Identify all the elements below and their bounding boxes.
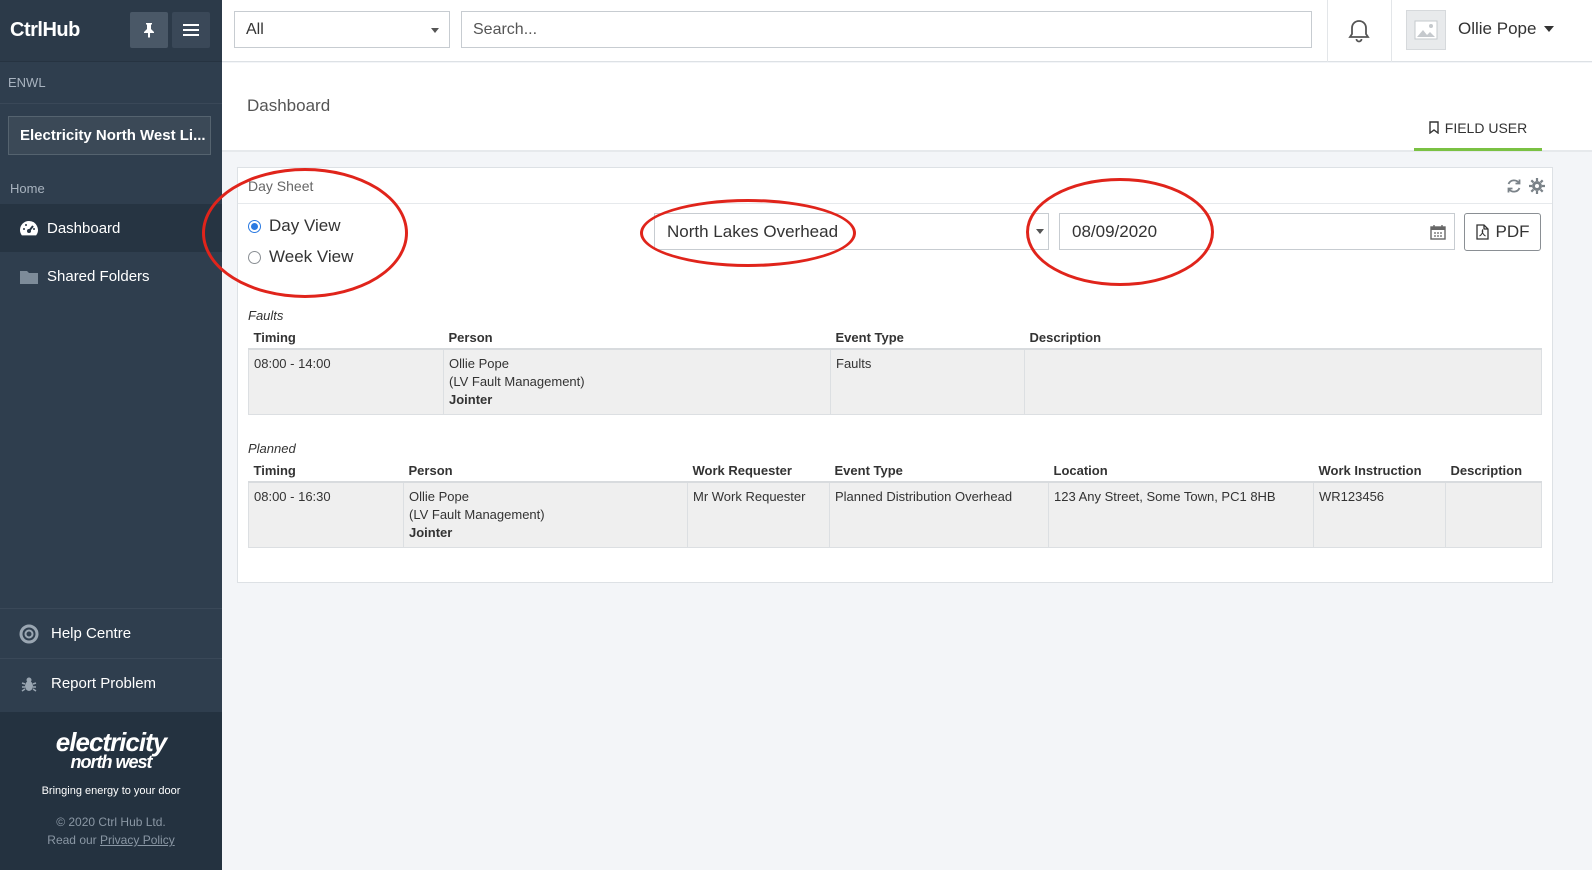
lifebuoy-icon xyxy=(19,624,39,644)
description-cell xyxy=(1445,481,1542,548)
home-section-label[interactable]: Home xyxy=(0,181,222,199)
pdf-file-icon xyxy=(1475,224,1489,240)
location-cell: 123 Any Street, Some Town, PC1 8HB xyxy=(1048,481,1314,548)
tab-label: FIELD USER xyxy=(1444,119,1528,136)
planned-table: Timing Person Work Requester Event Type … xyxy=(248,460,1542,548)
person-role: Jointer xyxy=(449,392,493,407)
person-cell: Ollie Pope (LV Fault Management) Jointer xyxy=(443,348,831,415)
pin-icon xyxy=(144,23,154,38)
column-header: Timing xyxy=(248,460,404,483)
user-menu-chevron-icon[interactable] xyxy=(1544,26,1554,32)
description-cell xyxy=(1024,348,1542,415)
page-title: Dashboard xyxy=(247,96,331,115)
sidebar-item-label: Help Centre xyxy=(51,625,132,642)
event-type-cell: Faults xyxy=(830,348,1025,415)
table-row[interactable]: 08:00 - 16:30 Ollie Pope (LV Fault Manag… xyxy=(248,481,1542,548)
column-header: Person xyxy=(443,327,831,350)
bug-icon xyxy=(19,674,39,694)
read-our-text: Read our xyxy=(47,833,97,847)
top-bar: All Search... Ollie Pope xyxy=(222,0,1592,62)
menu-toggle-button[interactable] xyxy=(172,12,210,48)
privacy-policy-link[interactable]: Privacy Policy xyxy=(100,833,175,847)
search-input[interactable]: Search... xyxy=(461,11,1312,48)
calendar-icon[interactable] xyxy=(1430,224,1446,240)
bookmark-icon xyxy=(1429,121,1439,134)
org-code-label: ENWL xyxy=(0,62,222,104)
work-instruction-cell: WR123456 xyxy=(1313,481,1446,548)
sidebar-bottom-menu: Help Centre Report Problem xyxy=(0,608,222,708)
column-header: Person xyxy=(403,460,688,483)
user-name[interactable]: Ollie Pope xyxy=(1458,19,1536,39)
sidebar-item-label: Report Problem xyxy=(51,675,157,692)
column-header: Event Type xyxy=(829,460,1049,483)
annotation-circle-view-options xyxy=(202,168,408,298)
table-header-row: Timing Person Work Requester Event Type … xyxy=(248,460,1542,483)
sidebar-footer: electricity north west Bringing energy t… xyxy=(0,712,222,870)
dashboard-gauge-icon xyxy=(19,218,39,238)
divider xyxy=(1327,0,1328,62)
page-header: Dashboard FIELD USER xyxy=(222,63,1592,152)
divider xyxy=(1391,0,1392,62)
sidebar-header: CtrlHub xyxy=(0,0,222,62)
day-sheet-panel: Day Sheet Day View Week View North Lakes… xyxy=(237,167,1553,583)
person-name: Ollie Pope xyxy=(449,356,509,371)
sidebar: CtrlHub ENWL Electricity North West Li..… xyxy=(0,0,222,870)
search-scope-value: All xyxy=(246,20,264,38)
search-scope-select[interactable]: All xyxy=(234,11,450,48)
refresh-icon[interactable] xyxy=(1506,178,1522,194)
pdf-button-label: PDF xyxy=(1495,222,1530,241)
panel-header: Day Sheet xyxy=(238,168,1552,204)
column-header: Location xyxy=(1048,460,1314,483)
person-department: (LV Fault Management) xyxy=(449,374,585,389)
tab-field-user[interactable]: FIELD USER xyxy=(1414,107,1542,151)
person-role: Jointer xyxy=(409,525,453,540)
enwl-logo: electricity north west xyxy=(0,729,222,772)
avatar[interactable] xyxy=(1406,10,1446,50)
person-cell: Ollie Pope (LV Fault Management) Jointer xyxy=(403,481,688,548)
sidebar-item-report-problem[interactable]: Report Problem xyxy=(0,658,222,708)
table-header-row: Timing Person Event Type Description xyxy=(248,327,1542,350)
column-header: Event Type xyxy=(830,327,1025,350)
column-header: Work Requester xyxy=(687,460,830,483)
sidebar-item-dashboard[interactable]: Dashboard xyxy=(0,204,222,252)
faults-section-label: Faults xyxy=(248,308,284,323)
column-header: Description xyxy=(1445,460,1542,483)
annotation-circle-team-select xyxy=(640,199,856,267)
logo-line-2: north west xyxy=(70,752,152,772)
work-requester-cell: Mr Work Requester xyxy=(687,481,830,548)
export-pdf-button[interactable]: PDF xyxy=(1464,213,1541,251)
column-header: Work Instruction xyxy=(1313,460,1446,483)
copyright-text: © 2020 Ctrl Hub Ltd. xyxy=(56,815,166,829)
image-placeholder-icon xyxy=(1414,20,1438,40)
sidebar-item-label: Shared Folders xyxy=(47,267,150,285)
folder-icon xyxy=(19,266,39,286)
brand-logo[interactable]: CtrlHub xyxy=(10,19,80,42)
column-header: Description xyxy=(1024,327,1542,350)
tagline: Bringing energy to your door xyxy=(41,785,181,797)
hamburger-icon xyxy=(183,24,199,36)
column-header: Timing xyxy=(248,327,444,350)
notifications-bell-icon[interactable] xyxy=(1346,18,1372,44)
sidebar-item-shared-folders[interactable]: Shared Folders xyxy=(0,252,222,300)
sidebar-item-help-centre[interactable]: Help Centre xyxy=(0,608,222,658)
gear-icon[interactable] xyxy=(1529,178,1545,194)
sidebar-item-label: Dashboard xyxy=(47,219,121,237)
pin-sidebar-button[interactable] xyxy=(130,12,168,48)
organisation-selector[interactable]: Electricity North West Li... xyxy=(8,116,211,155)
faults-table: Timing Person Event Type Description 08:… xyxy=(248,327,1542,415)
annotation-circle-date xyxy=(1026,178,1214,286)
copyright-block: © 2020 Ctrl Hub Ltd. Read our Privacy Po… xyxy=(0,813,222,849)
timing-cell: 08:00 - 16:30 xyxy=(248,481,404,548)
table-row[interactable]: 08:00 - 14:00 Ollie Pope (LV Fault Manag… xyxy=(248,348,1542,415)
person-name: Ollie Pope xyxy=(409,489,469,504)
chevron-down-icon xyxy=(431,28,439,33)
event-type-cell: Planned Distribution Overhead xyxy=(829,481,1049,548)
person-department: (LV Fault Management) xyxy=(409,507,545,522)
timing-cell: 08:00 - 14:00 xyxy=(248,348,444,415)
planned-section-label: Planned xyxy=(248,441,296,456)
